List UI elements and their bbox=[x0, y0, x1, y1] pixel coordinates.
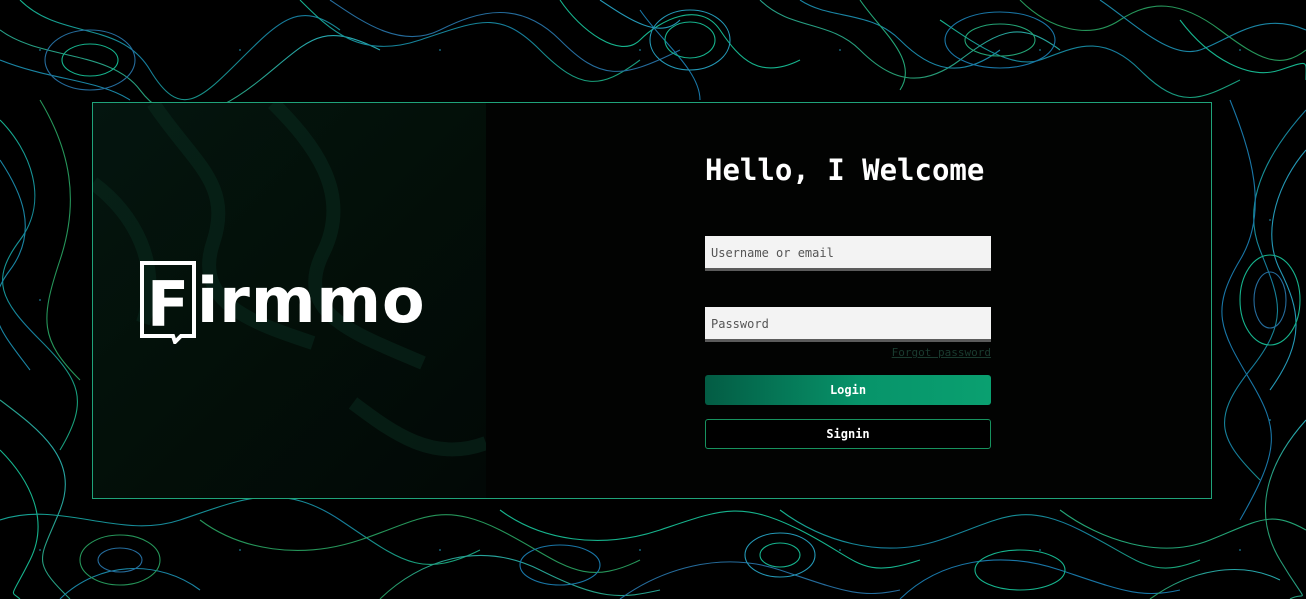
forgot-password-link[interactable]: Forgot password bbox=[892, 346, 991, 359]
logo-initial: F bbox=[147, 268, 189, 341]
brand-name: irmmo bbox=[197, 264, 426, 337]
brand-logo: F irmmo bbox=[139, 257, 426, 346]
login-button[interactable]: Login bbox=[705, 375, 991, 405]
signin-button[interactable]: Signin bbox=[705, 419, 991, 449]
password-input[interactable] bbox=[705, 307, 991, 342]
firmmo-logo-icon: F bbox=[139, 260, 196, 346]
welcome-title: Hello, I Welcome bbox=[705, 153, 985, 187]
brand-panel: F irmmo bbox=[93, 103, 486, 498]
username-input[interactable] bbox=[705, 236, 991, 271]
login-form: Hello, I Welcome Forgot password Login S… bbox=[705, 103, 995, 498]
login-card: F irmmo Hello, I Welcome Forgot password… bbox=[92, 102, 1212, 499]
